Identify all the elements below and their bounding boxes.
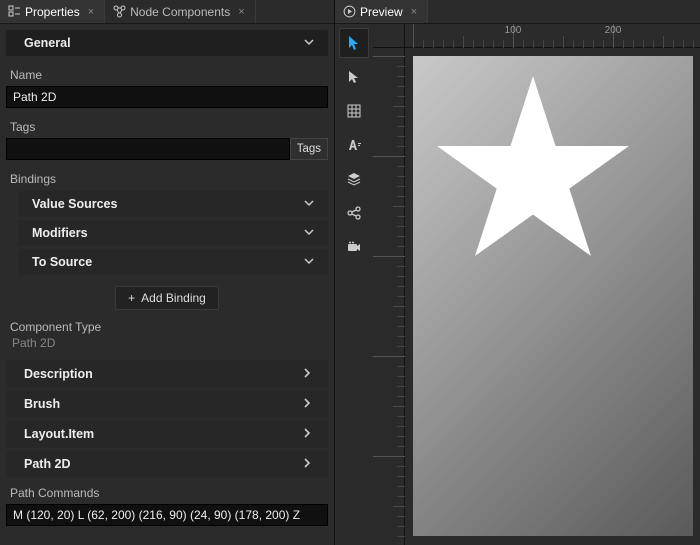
ruler-vertical: 100200300400 [373,48,405,545]
tab-properties[interactable]: Properties × [0,0,105,23]
section-general[interactable]: General [6,30,328,56]
tab-label: Node Components [130,5,230,19]
node-components-icon [113,5,126,18]
row-label: Modifiers [32,226,88,240]
tags-input[interactable] [6,138,290,160]
name-label: Name [0,62,334,86]
accordion-path-2d[interactable]: Path 2D [6,450,328,478]
preview-panel: Preview × [335,0,700,545]
chevron-right-icon [300,367,314,382]
row-label: To Source [32,255,92,269]
component-type-value: Path 2D [0,336,334,358]
tool-share-icon[interactable] [339,198,369,228]
preview-toolbar [335,24,373,545]
bindings-to-source[interactable]: To Source [18,249,328,275]
tab-label: Properties [25,5,80,19]
star-shape-svg [413,56,653,276]
section-title: General [24,36,71,50]
row-label: Brush [24,397,60,411]
right-tabstrip: Preview × [335,0,700,24]
row-label: Path 2D [24,457,71,471]
row-label: Value Sources [32,197,117,211]
row-label: Description [24,367,93,381]
properties-panel: Properties × Node Components × General N… [0,0,335,545]
left-tabstrip: Properties × Node Components × [0,0,334,24]
close-icon[interactable]: × [88,6,94,18]
tool-camera-icon[interactable] [339,232,369,262]
tags-label: Tags [0,114,334,138]
name-input[interactable] [6,86,328,108]
tool-select[interactable] [339,62,369,92]
bindings-modifiers[interactable]: Modifiers [18,220,328,246]
accordion-description[interactable]: Description [6,360,328,388]
tool-text-icon[interactable] [339,130,369,160]
path-commands-label: Path Commands [0,480,334,504]
tool-layers-icon[interactable] [339,164,369,194]
row-label: Layout.Item [24,427,94,441]
tags-button[interactable]: Tags [290,138,328,160]
play-icon [343,5,356,18]
preview-canvas-area: 100200 100200300400 [373,24,700,545]
tool-interact[interactable] [339,28,369,58]
chevron-right-icon [300,457,314,472]
chevron-right-icon [300,397,314,412]
path-commands-input[interactable] [6,504,328,526]
chevron-down-icon [302,197,316,212]
ruler-horizontal: 100200 [405,24,700,48]
tool-table-icon[interactable] [339,96,369,126]
ruler-corner [373,24,405,48]
chevron-right-icon [300,427,314,442]
component-type-label: Component Type [0,316,334,336]
accordion-brush[interactable]: Brush [6,390,328,418]
plus-icon: + [128,291,135,305]
accordion-layout-item[interactable]: Layout.Item [6,420,328,448]
chevron-down-icon [302,255,316,270]
properties-body: General Name Tags Tags Bindings Value So… [0,24,334,545]
properties-icon [8,5,21,18]
tab-node-components[interactable]: Node Components × [105,0,256,23]
chevron-down-icon [302,36,316,51]
bindings-label: Bindings [0,166,334,188]
tab-preview[interactable]: Preview × [335,0,428,23]
add-binding-label: Add Binding [141,291,206,305]
tab-label: Preview [360,5,403,19]
close-icon[interactable]: × [238,6,244,18]
close-icon[interactable]: × [411,6,417,18]
bindings-value-sources[interactable]: Value Sources [18,191,328,217]
add-binding-button[interactable]: + Add Binding [115,286,219,310]
preview-canvas[interactable] [413,56,693,536]
tags-button-label: Tags [297,143,321,155]
chevron-down-icon [302,226,316,241]
star-path [437,76,629,256]
